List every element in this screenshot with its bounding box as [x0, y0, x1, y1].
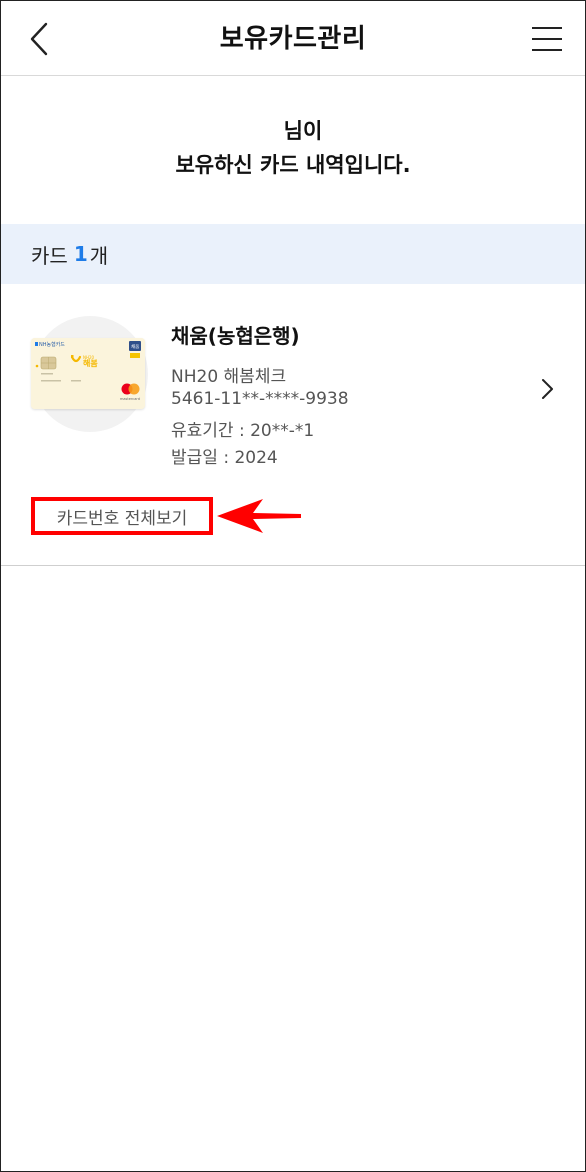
- chevron-right-icon: [542, 379, 553, 399]
- card-number: 5461-11**-****-9938: [171, 389, 349, 409]
- greeting-line-2: 보유하신 카드 내역입니다.: [175, 153, 411, 177]
- view-full-card-number-button[interactable]: 카드번호 전체보기: [31, 497, 213, 535]
- page-title: 보유카드관리: [219, 24, 367, 54]
- svg-text:mastercard: mastercard: [120, 397, 140, 401]
- card-count-number: 1: [73, 242, 88, 266]
- card-list-item[interactable]: NH농협카드 채움 NH20 해봄 mastercard 채움(농협은행) NH…: [1, 284, 585, 484]
- card-artwork: NH농협카드 채움 NH20 해봄 mastercard: [31, 338, 145, 409]
- hamburger-menu-icon: [532, 27, 562, 51]
- card-product: NH20 해봄체크: [171, 367, 287, 387]
- card-expiry: 유효기간 : 20**-*1: [171, 421, 315, 441]
- card-image: NH농협카드 채움 NH20 해봄 mastercard: [31, 338, 145, 409]
- svg-text:채움: 채움: [131, 343, 139, 350]
- menu-button[interactable]: [531, 25, 563, 53]
- svg-text:해봄: 해봄: [83, 358, 98, 368]
- card-count-suffix: 개: [89, 243, 109, 268]
- card-name: 채움(농협은행): [171, 324, 300, 348]
- greeting-line-1: 님이: [283, 119, 323, 143]
- svg-text:NH농협카드: NH농협카드: [39, 341, 65, 348]
- card-list: NH농협카드 채움 NH20 해봄 mastercard 채움(농협은행) NH…: [1, 284, 585, 566]
- card-count-prefix: 카드: [31, 243, 68, 268]
- card-issued: 발급일 : 2024: [171, 448, 278, 468]
- app-frame: 보유카드관리 님이 보유하신 카드 내역입니다. 카드 1 개 NH농협카드 채…: [0, 0, 586, 1172]
- card-count-bar: 카드 1 개: [1, 224, 585, 284]
- header: 보유카드관리: [1, 1, 585, 76]
- annotation-arrow-icon: [217, 499, 301, 533]
- greeting-message: 님이 보유하신 카드 내역입니다.: [1, 76, 585, 224]
